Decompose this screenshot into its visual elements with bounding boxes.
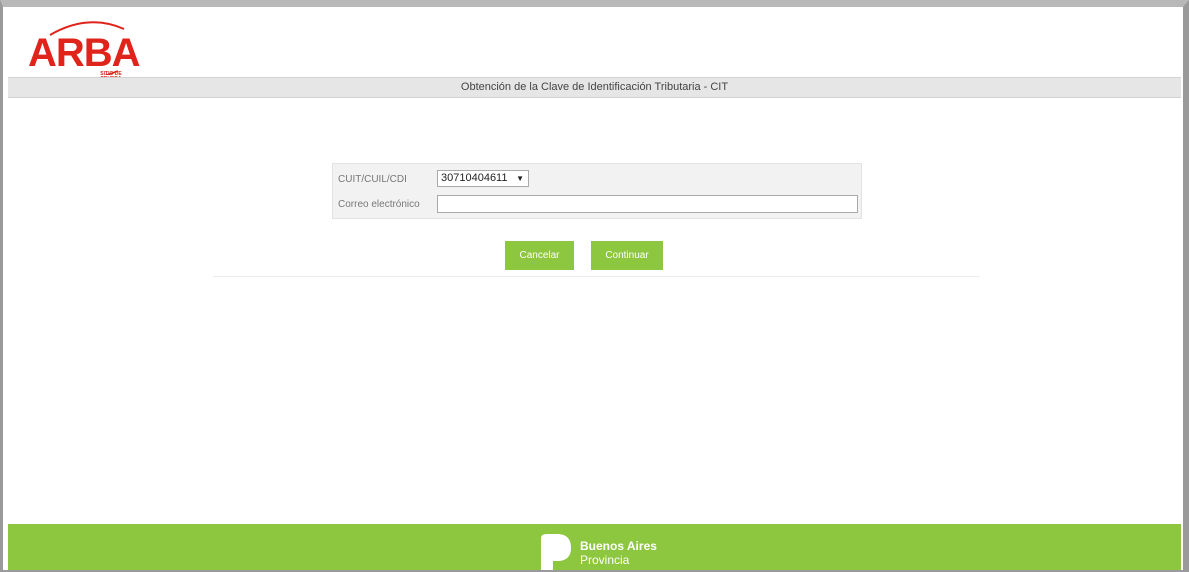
- continue-button[interactable]: Continuar: [591, 241, 663, 270]
- email-field[interactable]: [437, 195, 858, 213]
- logo-text: ARBA: [28, 31, 141, 75]
- footer-brand-subtitle: Provincia: [580, 553, 630, 567]
- cit-form: CUIT/CUIL/CDI 30710404611 ▼ Correo elect…: [332, 163, 862, 219]
- email-label: Correo electrónico: [338, 199, 420, 210]
- footer: Buenos Aires Provincia: [8, 524, 1181, 570]
- header: ARBA SITIO DE PRUEBA: [8, 5, 1180, 82]
- footer-brand-title: Buenos Aires: [580, 539, 657, 553]
- page-title: Obtención de la Clave de Identificación …: [8, 77, 1181, 98]
- cuit-selected-value: 30710404611: [441, 172, 508, 184]
- cancel-button[interactable]: Cancelar: [505, 241, 574, 270]
- divider: [213, 276, 980, 277]
- arba-logo[interactable]: ARBA SITIO DE PRUEBA: [28, 15, 148, 82]
- cuit-select[interactable]: 30710404611 ▼: [437, 170, 529, 187]
- dropdown-arrow-icon: ▼: [516, 174, 524, 183]
- province-logo-icon: [541, 534, 571, 570]
- cuit-label: CUIT/CUIL/CDI: [338, 174, 407, 185]
